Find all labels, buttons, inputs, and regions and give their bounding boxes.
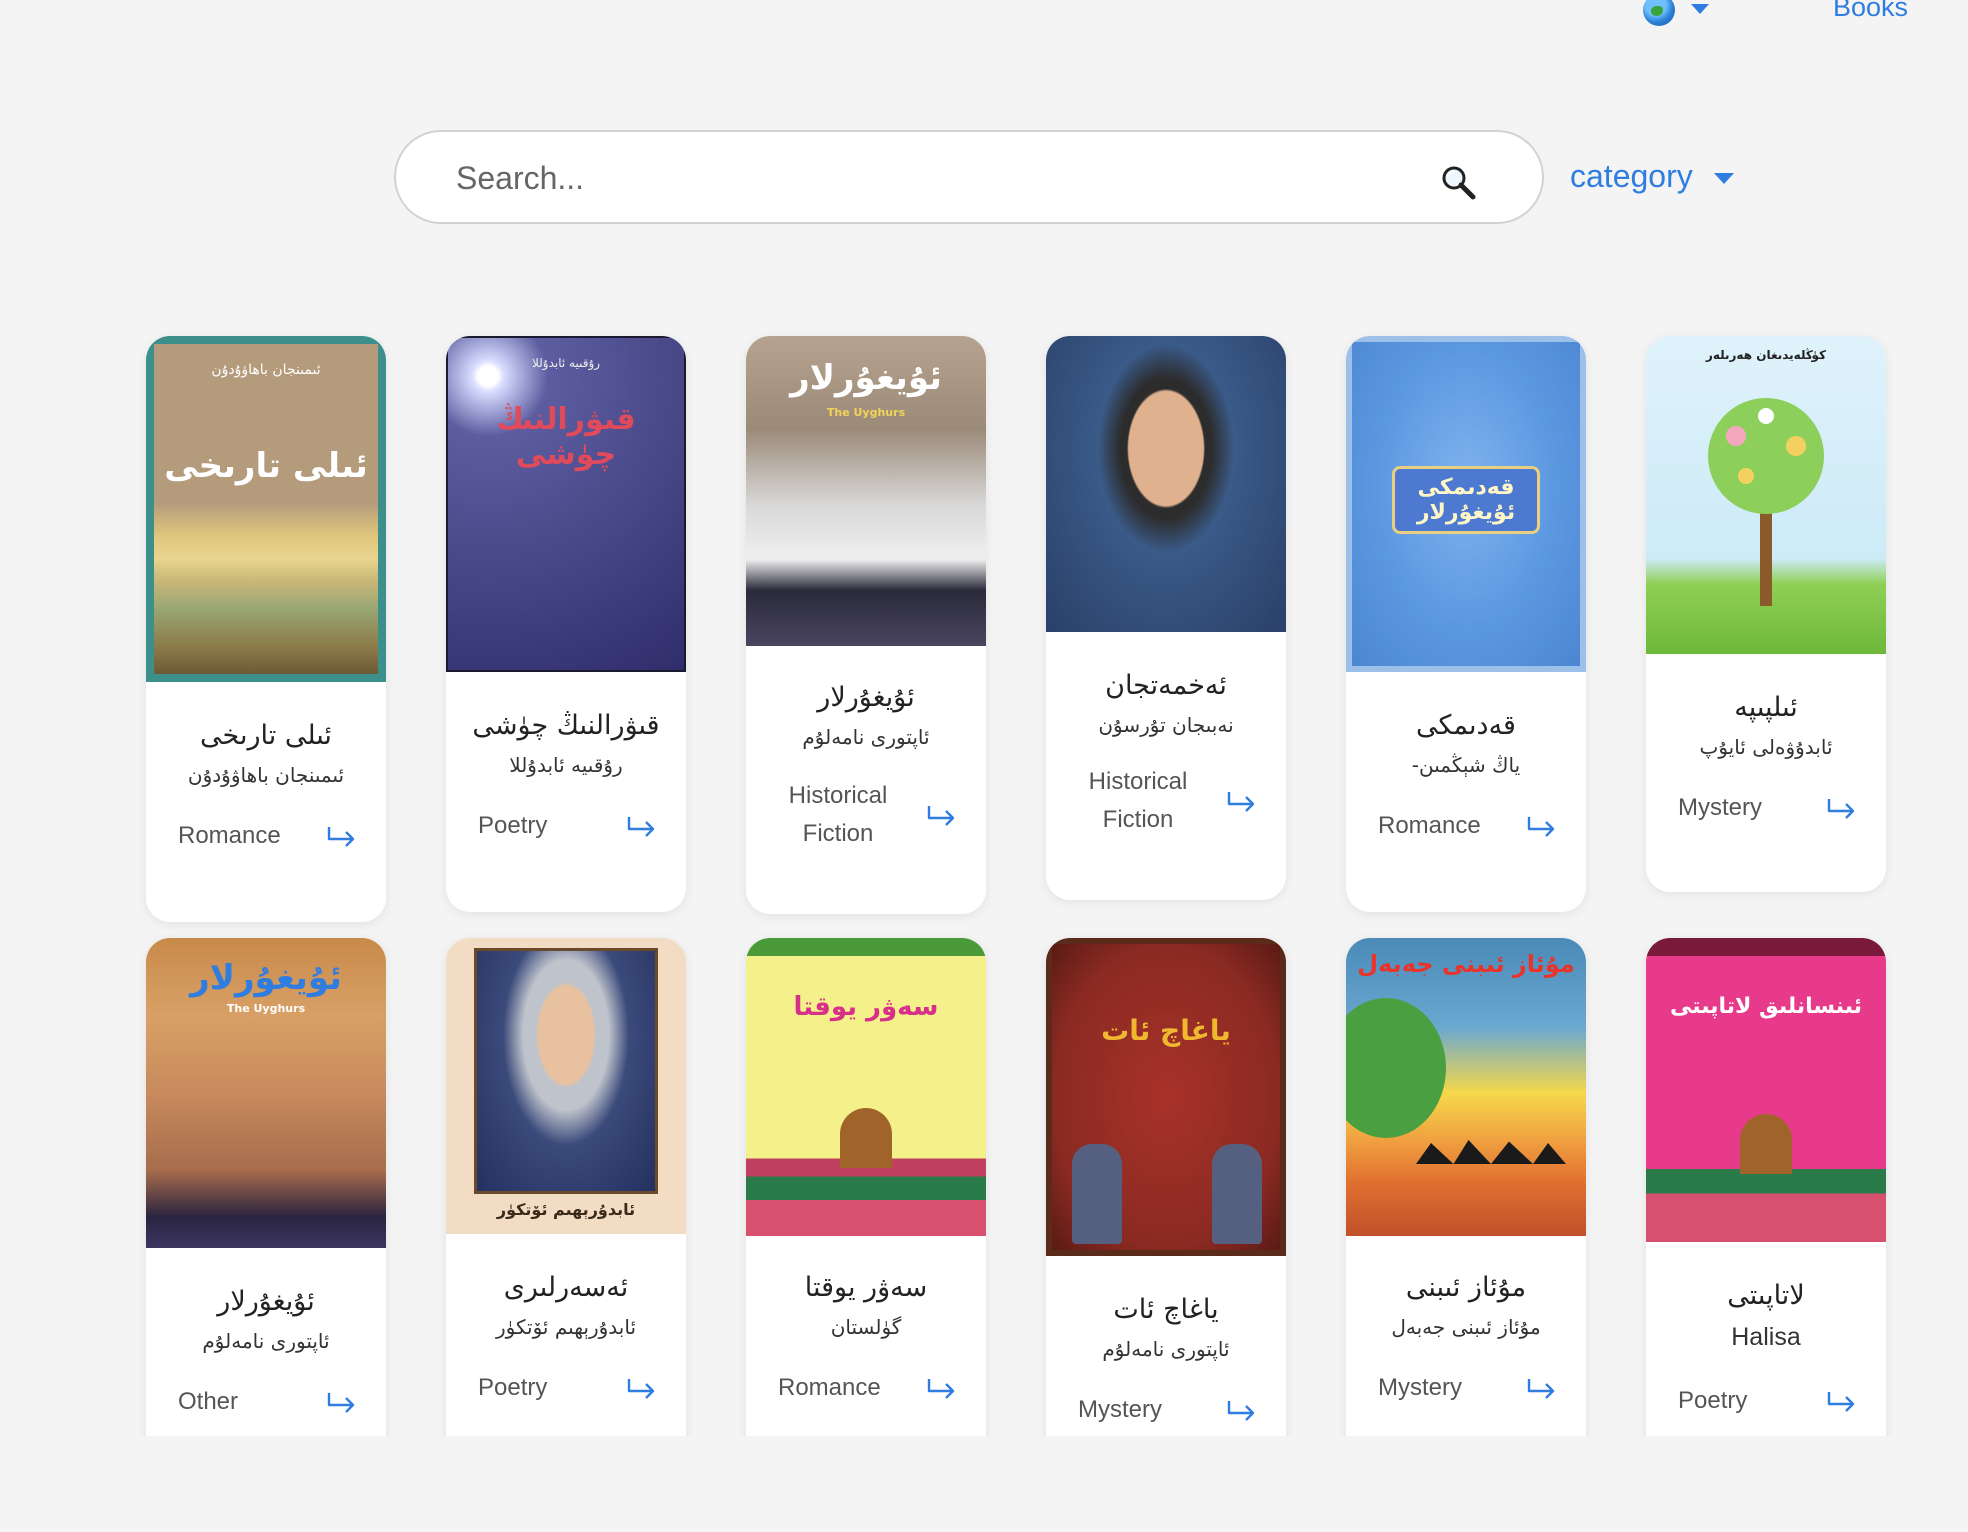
figure-illustration bbox=[1072, 1144, 1122, 1244]
book-cover[interactable]: سەۋر يوقتا bbox=[746, 938, 986, 1236]
book-title: مۇئاز ئىبنى bbox=[1405, 1272, 1527, 1303]
book-author: مۇئاز ئىبنى جەبەل bbox=[1391, 1315, 1541, 1339]
tree-illustration bbox=[1708, 398, 1824, 606]
genre-label: Romance bbox=[778, 1374, 881, 1401]
book-title: ئىلى تارىخى bbox=[200, 720, 332, 751]
open-arrow-icon[interactable] bbox=[1826, 797, 1856, 819]
book-grid: ئىمىنجان باھاۋۇدۇن ئىلى تارىخى ئىلى تارى… bbox=[0, 300, 1968, 1436]
book-card[interactable]: سەۋر يوقتا سەۋر يوقتا گۈلستان Romance bbox=[746, 938, 986, 1436]
book-author: ياڭ شېڭمىن- bbox=[1411, 753, 1521, 777]
figure-illustration bbox=[1212, 1144, 1262, 1244]
book-cover[interactable]: ياغاچ ئات bbox=[1046, 938, 1286, 1256]
book-cover[interactable]: ئابدۇرېھىم ئۆتكۈر bbox=[446, 938, 686, 1234]
book-title: ياغاچ ئات bbox=[1113, 1294, 1219, 1325]
genre-label: Poetry bbox=[1678, 1387, 1748, 1414]
book-card[interactable]: رۇقىيە ئابدۇللا قىۋرالنىڭ چۈشى قىۋرالنىڭ… bbox=[446, 336, 686, 912]
book-title: ئەسەرلىرى bbox=[503, 1272, 629, 1303]
book-cover[interactable]: قەدىمكى ئۇيغۇرلار bbox=[1346, 336, 1586, 672]
book-title: لاتاپىتى bbox=[1727, 1280, 1805, 1311]
chevron-down-icon[interactable] bbox=[1691, 4, 1709, 14]
book-card[interactable]: كۈڭلەيدىغان ھەرىلەر ئىلپىپە ئابدۇۋەلى ئا… bbox=[1646, 336, 1886, 892]
genre-label: Mystery bbox=[1678, 794, 1762, 821]
genre-label: Romance bbox=[178, 822, 281, 849]
book-card[interactable]: ئۇيغۇرلار The Uyghurs ئۇيغۇرلار ئاپتورى … bbox=[146, 938, 386, 1436]
tree-illustration bbox=[1346, 998, 1446, 1138]
open-arrow-icon[interactable] bbox=[1226, 1399, 1256, 1421]
genre-label: Romance bbox=[1378, 812, 1481, 839]
book-cover[interactable]: كۈڭلەيدىغان ھەرىلەر bbox=[1646, 336, 1886, 654]
book-title: سەۋر يوقتا bbox=[804, 1272, 928, 1303]
book-card[interactable]: مۇئاز ئىبنى جەبەل مۇئاز ئىبنى مۇئاز ئىبن… bbox=[1346, 938, 1586, 1436]
open-arrow-icon[interactable] bbox=[1526, 815, 1556, 837]
category-dropdown[interactable]: category bbox=[1570, 158, 1693, 195]
book-title: ئۇيغۇرلار bbox=[817, 682, 915, 713]
open-arrow-icon[interactable] bbox=[1826, 1390, 1856, 1412]
camel-caravan-illustration bbox=[1416, 1140, 1566, 1164]
book-author: ئىمىنجان باھاۋۇدۇن bbox=[187, 763, 345, 787]
book-author: ئاپتورى نامەلۇم bbox=[1102, 1337, 1230, 1361]
book-cover[interactable]: ئىنسانلىق لاتاپىتى bbox=[1646, 938, 1886, 1242]
book-author: ئاپتورى نامەلۇم bbox=[802, 725, 930, 749]
open-arrow-icon[interactable] bbox=[326, 825, 356, 847]
book-card[interactable]: ئەخمەتجان نەبىجان تۇرسۇن Historical Fict… bbox=[1046, 336, 1286, 900]
open-arrow-icon[interactable] bbox=[326, 1391, 356, 1413]
book-cover[interactable]: ئۇيغۇرلار The Uyghurs bbox=[146, 938, 386, 1248]
genre-label: Historical Fiction bbox=[1088, 768, 1188, 833]
book-card[interactable]: ئابدۇرېھىم ئۆتكۈر ئەسەرلىرى ئابدۇرېھىم ئ… bbox=[446, 938, 686, 1436]
book-title: ئۇيغۇرلار bbox=[217, 1286, 315, 1317]
genre-label: Poetry bbox=[478, 812, 548, 839]
genre-label: Other bbox=[178, 1388, 239, 1415]
book-cover[interactable] bbox=[1046, 336, 1286, 632]
genre-label: Poetry bbox=[478, 1374, 548, 1401]
open-arrow-icon[interactable] bbox=[1526, 1377, 1556, 1399]
search-input[interactable] bbox=[456, 154, 1416, 202]
book-title: ئىلپىپە bbox=[1734, 692, 1798, 723]
portrait-frame bbox=[474, 948, 658, 1194]
globe-icon[interactable] bbox=[1643, 0, 1675, 26]
genre-label: Mystery bbox=[1078, 1396, 1162, 1423]
open-arrow-icon[interactable] bbox=[926, 804, 956, 826]
book-cover[interactable]: ئىمىنجان باھاۋۇدۇن ئىلى تارىخى bbox=[146, 336, 386, 682]
search-bar bbox=[394, 130, 1544, 224]
book-cover[interactable]: ئۇيغۇرلار The Uyghurs bbox=[746, 336, 986, 646]
genre-label: Mystery bbox=[1378, 1374, 1462, 1401]
book-author: نەبىجان تۇرسۇن bbox=[1098, 713, 1234, 737]
chevron-down-icon[interactable] bbox=[1714, 173, 1734, 184]
book-cover[interactable]: مۇئاز ئىبنى جەبەل bbox=[1346, 938, 1586, 1236]
top-bar: Books bbox=[0, 0, 1968, 40]
book-title: قىۋرالنىڭ چۈشى bbox=[472, 710, 660, 741]
book-author: رۇقىيە ئابدۇللا bbox=[509, 753, 623, 777]
book-author: ئابدۇۋەلى ئايۇپ bbox=[1699, 735, 1833, 759]
book-title: ئەخمەتجان bbox=[1105, 670, 1227, 701]
open-arrow-icon[interactable] bbox=[626, 815, 656, 837]
book-card[interactable]: قەدىمكى ئۇيغۇرلار قەدىمكى ياڭ شېڭمىن- Ro… bbox=[1346, 336, 1586, 912]
book-stand-illustration bbox=[840, 1108, 892, 1168]
book-author: ئابدۇرېھىم ئۆتكۈر bbox=[495, 1315, 637, 1339]
book-card[interactable]: ئىمىنجان باھاۋۇدۇن ئىلى تارىخى ئىلى تارى… bbox=[146, 336, 386, 922]
open-arrow-icon[interactable] bbox=[926, 1377, 956, 1399]
book-author: Halisa bbox=[1731, 1323, 1801, 1351]
book-cover[interactable]: رۇقىيە ئابدۇللا قىۋرالنىڭ چۈشى bbox=[446, 336, 686, 672]
open-arrow-icon[interactable] bbox=[1226, 790, 1256, 812]
book-stand-illustration bbox=[1740, 1114, 1792, 1174]
book-title: قەدىمكى bbox=[1416, 710, 1516, 741]
book-author: ئاپتورى نامەلۇم bbox=[202, 1329, 330, 1353]
open-arrow-icon[interactable] bbox=[626, 1377, 656, 1399]
nav-books-link[interactable]: Books bbox=[1833, 0, 1908, 23]
book-card[interactable]: ياغاچ ئات ياغاچ ئات ئاپتورى نامەلۇم Myst… bbox=[1046, 938, 1286, 1436]
search-icon[interactable] bbox=[1440, 164, 1476, 200]
book-card[interactable]: ئىنسانلىق لاتاپىتى لاتاپىتى Halisa Poetr… bbox=[1646, 938, 1886, 1436]
genre-label: Historical Fiction bbox=[788, 782, 888, 847]
book-author: گۈلستان bbox=[830, 1315, 902, 1339]
book-card[interactable]: ئۇيغۇرلار The Uyghurs ئۇيغۇرلار ئاپتورى … bbox=[746, 336, 986, 914]
